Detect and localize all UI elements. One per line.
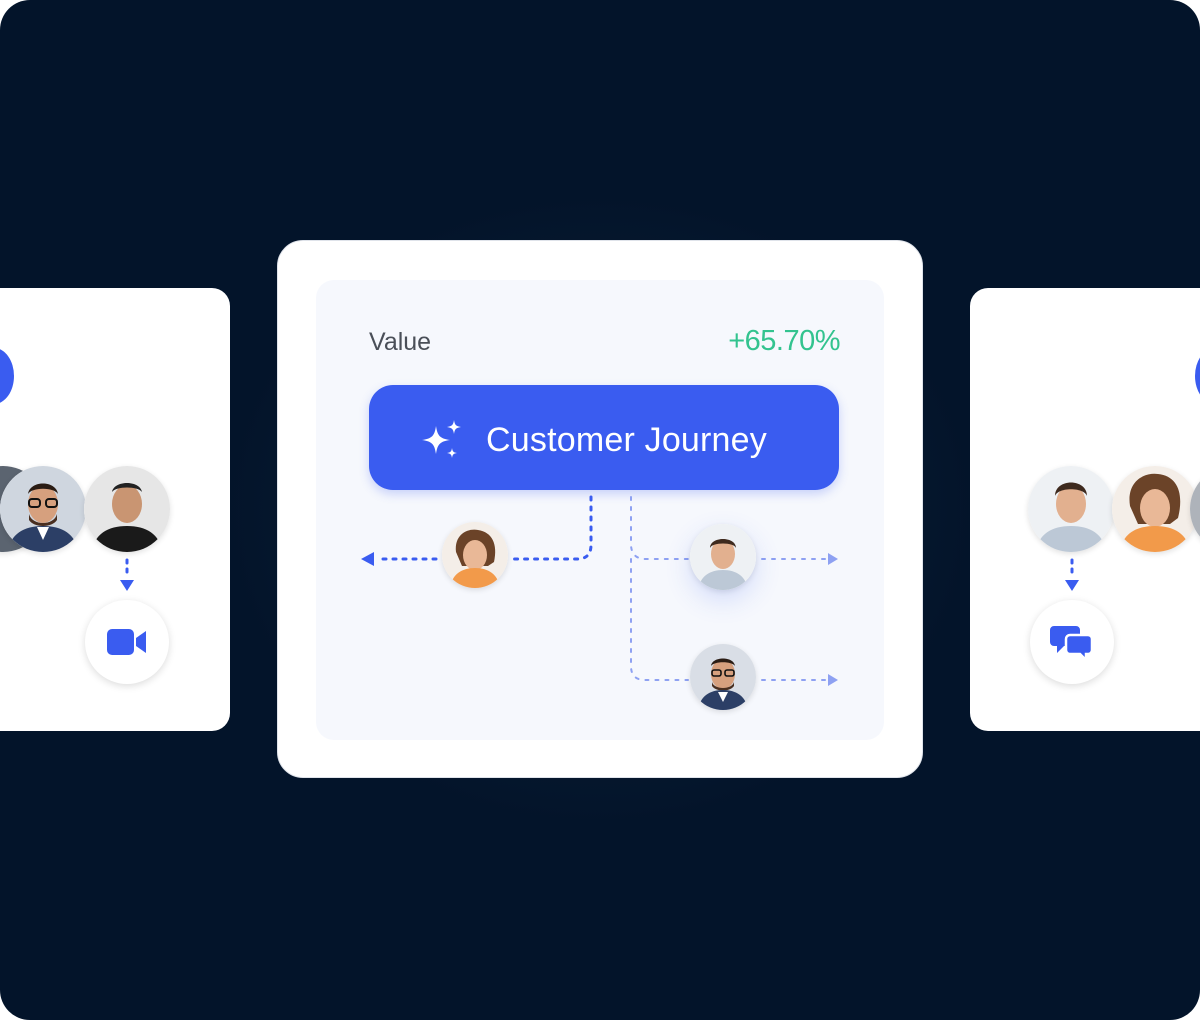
avatar-man-beard	[84, 466, 170, 552]
avatar-woman-large	[1112, 466, 1198, 552]
avatar-man-smiling	[690, 524, 756, 590]
video-camera-icon	[107, 629, 146, 655]
avatar-woman	[442, 522, 508, 588]
avatar-man-glasses-large	[0, 466, 86, 552]
avatar-man-young	[1028, 466, 1114, 552]
avatar-man-glasses	[690, 644, 756, 710]
chat-bubbles-icon	[1050, 626, 1094, 661]
video-button[interactable]	[85, 600, 169, 684]
stage: Value +65.70% Customer Journey	[0, 0, 1200, 1020]
chat-button[interactable]	[1030, 600, 1114, 684]
connector-lines	[120, 495, 1079, 686]
